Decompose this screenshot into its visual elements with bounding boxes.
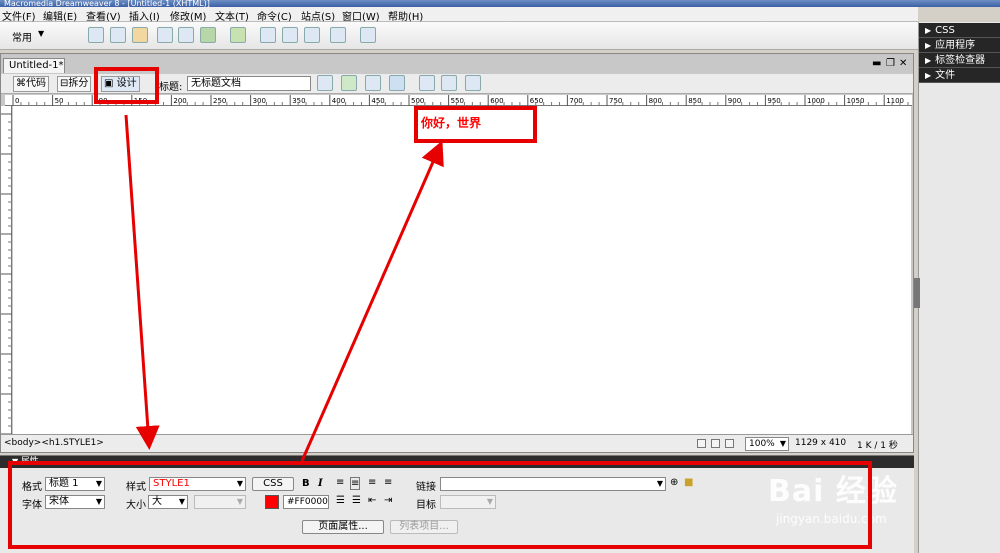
annotation-arrows — [124, 114, 444, 462]
arrow-design-to-properties — [124, 114, 160, 450]
arrow-properties-to-heading — [300, 140, 444, 462]
